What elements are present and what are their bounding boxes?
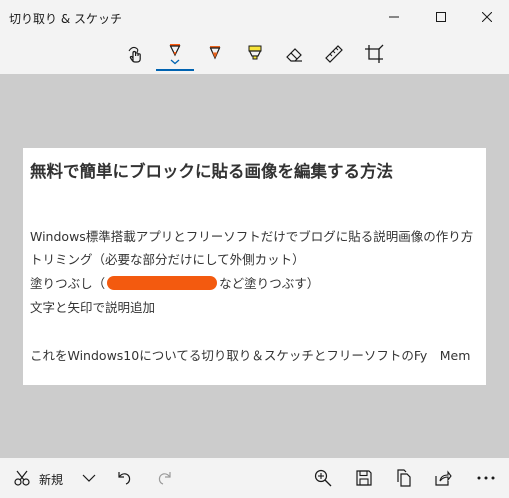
window-title: 切り取り & スケッチ: [9, 12, 122, 26]
canvas-area[interactable]: 無料で簡単にブロックに貼る画像を編集する方法 Windows標準搭載アプリとフリ…: [0, 74, 509, 458]
image-heading: 無料で簡単にブロックに貼る画像を編集する方法: [30, 162, 393, 181]
redaction-marker-stroke: [107, 276, 218, 290]
undo-button[interactable]: [110, 464, 138, 492]
maximize-icon: [436, 12, 446, 22]
share-button[interactable]: [429, 464, 457, 492]
chevron-down-icon: [82, 474, 96, 482]
copy-icon: [397, 469, 411, 487]
close-icon: [482, 12, 492, 22]
redo-button[interactable]: [151, 464, 179, 492]
zoom-in-icon: [314, 469, 332, 487]
ballpoint-pen-button[interactable]: [158, 40, 192, 68]
pen-toolbar: [0, 36, 509, 74]
ballpoint-pen-icon: [169, 44, 181, 65]
new-snip-button[interactable]: [8, 464, 36, 492]
minimize-button[interactable]: [371, 0, 417, 34]
new-label[interactable]: 新規: [39, 471, 63, 488]
image-line-1: Windows標準搭載アプリとフリーソフトだけでブログに貼る説明画像の作り方: [30, 229, 474, 244]
save-button[interactable]: [350, 464, 378, 492]
selected-tool-indicator: [156, 69, 194, 71]
image-line-2: トリミング（必要な部分だけにして外側カット）: [30, 252, 305, 267]
more-icon: [477, 476, 495, 480]
snip-icon: [14, 470, 30, 486]
touch-writing-button[interactable]: [119, 40, 153, 68]
highlighter-icon: [248, 45, 262, 60]
save-icon: [356, 470, 372, 486]
zoom-button[interactable]: [309, 464, 337, 492]
maximize-button[interactable]: [418, 0, 464, 34]
copy-button[interactable]: [390, 464, 418, 492]
highlighter-button[interactable]: [238, 40, 272, 68]
image-line-3-end: など塗りつぶす）: [219, 276, 320, 291]
image-line-3: 塗りつぶし（ など塗りつぶす）: [30, 273, 319, 292]
pencil-icon: [209, 46, 221, 60]
pencil-button[interactable]: [198, 40, 232, 68]
title-bar: 切り取り & スケッチ: [0, 0, 509, 36]
more-options-button[interactable]: [471, 464, 501, 492]
redo-icon: [158, 472, 171, 485]
snip-and-sketch-window: 切り取り & スケッチ 無料で簡単にブロックに貼る画像を編集する方法 Windo…: [0, 0, 509, 498]
image-line-5: これをWindows10についてる切り取り＆スケッチとフリーソフトのFy Mem: [30, 348, 471, 363]
touch-writing-icon: [128, 46, 141, 63]
ruler-icon: [325, 45, 343, 63]
crop-button[interactable]: [357, 40, 391, 68]
new-options-dropdown[interactable]: [76, 464, 102, 492]
image-line-4: 文字と矢印で説明追加: [30, 300, 156, 315]
eraser-button[interactable]: [277, 40, 311, 68]
ruler-button[interactable]: [317, 40, 351, 68]
captured-image[interactable]: 無料で簡単にブロックに貼る画像を編集する方法 Windows標準搭載アプリとフリ…: [23, 148, 486, 385]
undo-icon: [118, 472, 131, 485]
bottom-command-bar: 新規: [0, 458, 509, 498]
close-button[interactable]: [464, 0, 509, 34]
minimize-icon: [389, 16, 399, 18]
image-line-3-start: 塗りつぶし（: [30, 276, 106, 291]
crop-icon: [365, 44, 384, 63]
eraser-icon: [286, 48, 302, 62]
share-icon: [435, 470, 452, 486]
